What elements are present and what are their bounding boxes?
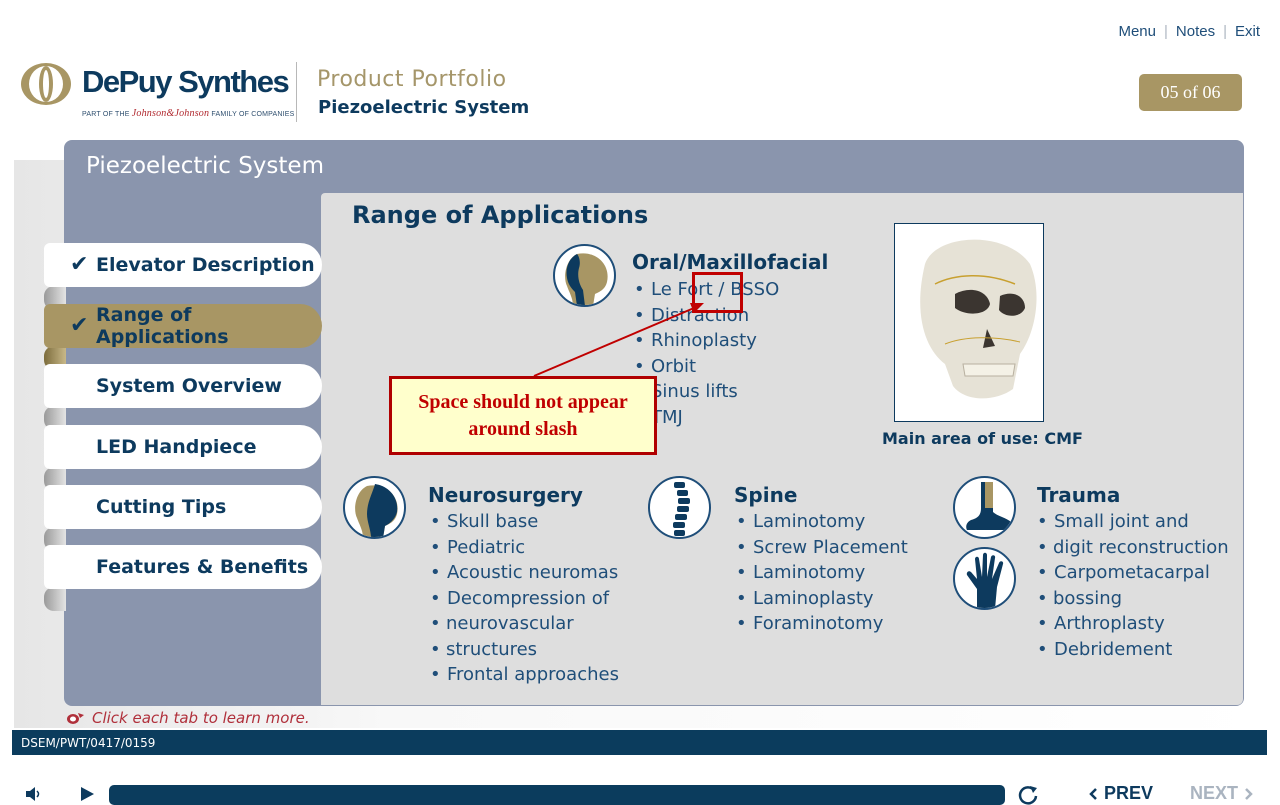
exit-link[interactable]: Exit (1235, 23, 1260, 40)
tab-label: Range of Applications (96, 304, 229, 348)
chevron-right-icon (1245, 787, 1253, 800)
tab-curl-decoration (44, 587, 66, 611)
tab-cutting-tips[interactable]: Cutting Tips (44, 485, 322, 529)
play-icon[interactable] (78, 785, 96, 805)
list-item: Frontal approaches (430, 662, 619, 688)
tab-label: Elevator Description (96, 254, 315, 276)
neuro-list: Skull base Pediatric Acoustic neuromas D… (430, 509, 619, 688)
product-subtitle: Piezoelectric System (318, 97, 530, 118)
list-item: Laminotomy (736, 509, 908, 535)
prev-button[interactable]: PREV (1088, 783, 1153, 804)
depuy-synthes-logo: DePuy Synthes PART OF THE Johnson&Johnso… (20, 62, 300, 124)
list-item: Screw Placement (736, 535, 908, 561)
neurosurgery-title: Neurosurgery (428, 483, 583, 507)
footer-code-bar: DSEM/PWT/0417/0159 (12, 730, 1267, 755)
tab-elevator-description[interactable]: ✔ Elevator Description (44, 243, 322, 287)
product-portfolio-title: Product Portfolio (317, 67, 507, 92)
foot-icon (953, 476, 1016, 539)
trauma-title: Trauma (1037, 483, 1121, 507)
list-item-continued: bossing (1037, 586, 1229, 612)
hand-icon (953, 547, 1016, 610)
chevron-left-icon (1089, 787, 1097, 800)
divider: | (1223, 23, 1227, 40)
spine-title: Spine (734, 483, 798, 507)
tab-label: Cutting Tips (96, 496, 227, 518)
prev-label: PREV (1104, 783, 1154, 803)
mouse-pointer-icon (67, 713, 84, 724)
list-item-continued: structures (430, 637, 619, 663)
list-item: Skull base (430, 509, 619, 535)
top-links: Menu | Notes | Exit (1118, 23, 1260, 40)
list-item: Debridement (1037, 637, 1229, 663)
oral-maxillofacial-title: Oral/Maxillofacial (632, 250, 829, 274)
next-button[interactable]: NEXT (1190, 783, 1254, 804)
tab-label: LED Handpiece (96, 436, 257, 458)
hint-text: Click each tab to learn more. (92, 709, 310, 727)
list-item-continued: digit reconstruction (1037, 535, 1229, 561)
head-profile-icon (343, 476, 406, 539)
annotation-callout: Space should not appear around slash (389, 376, 657, 455)
divider: | (1163, 23, 1168, 40)
list-item-continued: neurovascular (430, 611, 619, 637)
list-item: Laminotomy (736, 560, 908, 586)
list-item: Pediatric (430, 535, 619, 561)
spine-list: Laminotomy Screw Placement Laminotomy La… (736, 509, 908, 637)
tab-features-benefits[interactable]: Features & Benefits (44, 545, 322, 589)
tab-range-of-applications[interactable]: ✔ Range of Applications (44, 304, 322, 348)
checkmark-icon: ✔ (70, 252, 89, 277)
page-counter-badge: 05 of 06 (1139, 74, 1242, 111)
section-heading: Range of Applications (352, 201, 649, 229)
notes-link[interactable]: Notes (1176, 23, 1215, 40)
header-divider (296, 62, 297, 122)
list-item: Carpometacarpal (1037, 560, 1229, 586)
list-item: Rhinoplasty (634, 328, 779, 354)
tab-led-handpiece[interactable]: LED Handpiece (44, 425, 322, 469)
progress-bar[interactable] (109, 785, 1005, 805)
spine-icon (648, 476, 711, 539)
tab-label: System Overview (96, 375, 282, 397)
head-profile-icon (553, 244, 616, 307)
next-label: NEXT (1190, 783, 1239, 803)
list-item: Acoustic neuromas (430, 560, 619, 586)
logo-mark-icon (21, 63, 71, 105)
document-code: DSEM/PWT/0417/0159 (21, 735, 156, 750)
checkmark-icon: ✔ (70, 313, 89, 338)
list-item: Arthroplasty (1037, 611, 1229, 637)
logo-brand: DePuy Synthes (82, 64, 290, 99)
replay-icon[interactable] (1017, 784, 1039, 805)
skull-photo (894, 223, 1044, 422)
list-item: Small joint and (1037, 509, 1229, 535)
tab-system-overview[interactable]: System Overview (44, 364, 322, 408)
list-item: Decompression of (430, 586, 619, 612)
tab-label: Features & Benefits (96, 556, 309, 578)
list-item: Laminoplasty (736, 586, 908, 612)
photo-caption: Main area of use: CMF (882, 429, 1083, 448)
panel-title: Piezoelectric System (86, 153, 324, 179)
instruction-hint: Click each tab to learn more. (66, 709, 310, 727)
logo-tagline: PART OF THE Johnson&Johnson FAMILY OF CO… (82, 108, 295, 119)
list-item: Foraminotomy (736, 611, 908, 637)
menu-link[interactable]: Menu (1118, 23, 1156, 40)
trauma-list: Small joint and digit reconstruction Car… (1037, 509, 1229, 662)
annotation-highlight-box (692, 272, 743, 313)
speaker-icon[interactable] (24, 784, 44, 805)
